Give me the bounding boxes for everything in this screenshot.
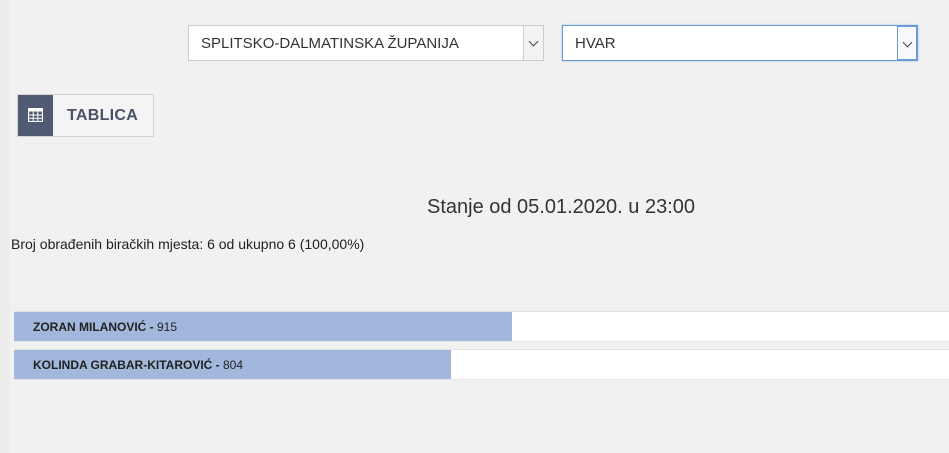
county-select[interactable]: SPLITSKO-DALMATINSKA ŽUPANIJA [188,25,544,61]
county-dropdown-toggle[interactable] [523,26,543,60]
table-view-button[interactable]: TABLICA [17,94,154,137]
county-select-value: SPLITSKO-DALMATINSKA ŽUPANIJA [201,35,459,52]
table-icon [28,108,43,122]
candidate-label: ZORAN MILANOVIĆ - 915 [33,312,177,343]
label-separator: - [146,320,157,334]
candidate-row: ZORAN MILANOVIĆ - 915 [14,311,949,342]
candidate-votes: 804 [223,358,244,372]
municipality-select-value: HVAR [575,35,616,52]
municipality-dropdown-toggle[interactable] [897,26,917,60]
chevron-down-icon [528,36,539,47]
candidate-name: ZORAN MILANOVIĆ [33,320,147,334]
municipality-select[interactable]: HVAR [562,25,918,61]
candidate-label: KOLINDA GRABAR-KITAROVIĆ - 804 [33,350,243,381]
label-separator: - [212,358,223,372]
table-icon-box [18,95,53,136]
candidate-votes: 915 [157,320,178,334]
processed-stations-text: Broj obrađenih biračkih mjesta: 6 od uku… [11,236,365,252]
candidate-name: KOLINDA GRABAR-KITAROVIĆ [33,358,213,372]
results-page: SPLITSKO-DALMATINSKA ŽUPANIJA HVAR TABLI… [0,0,949,453]
status-title: Stanje od 05.01.2020. u 23:00 [426,196,695,218]
left-edge [0,0,10,453]
table-view-label: TABLICA [67,107,139,124]
chevron-down-icon [902,37,913,48]
candidate-row: KOLINDA GRABAR-KITAROVIĆ - 804 [14,349,949,380]
